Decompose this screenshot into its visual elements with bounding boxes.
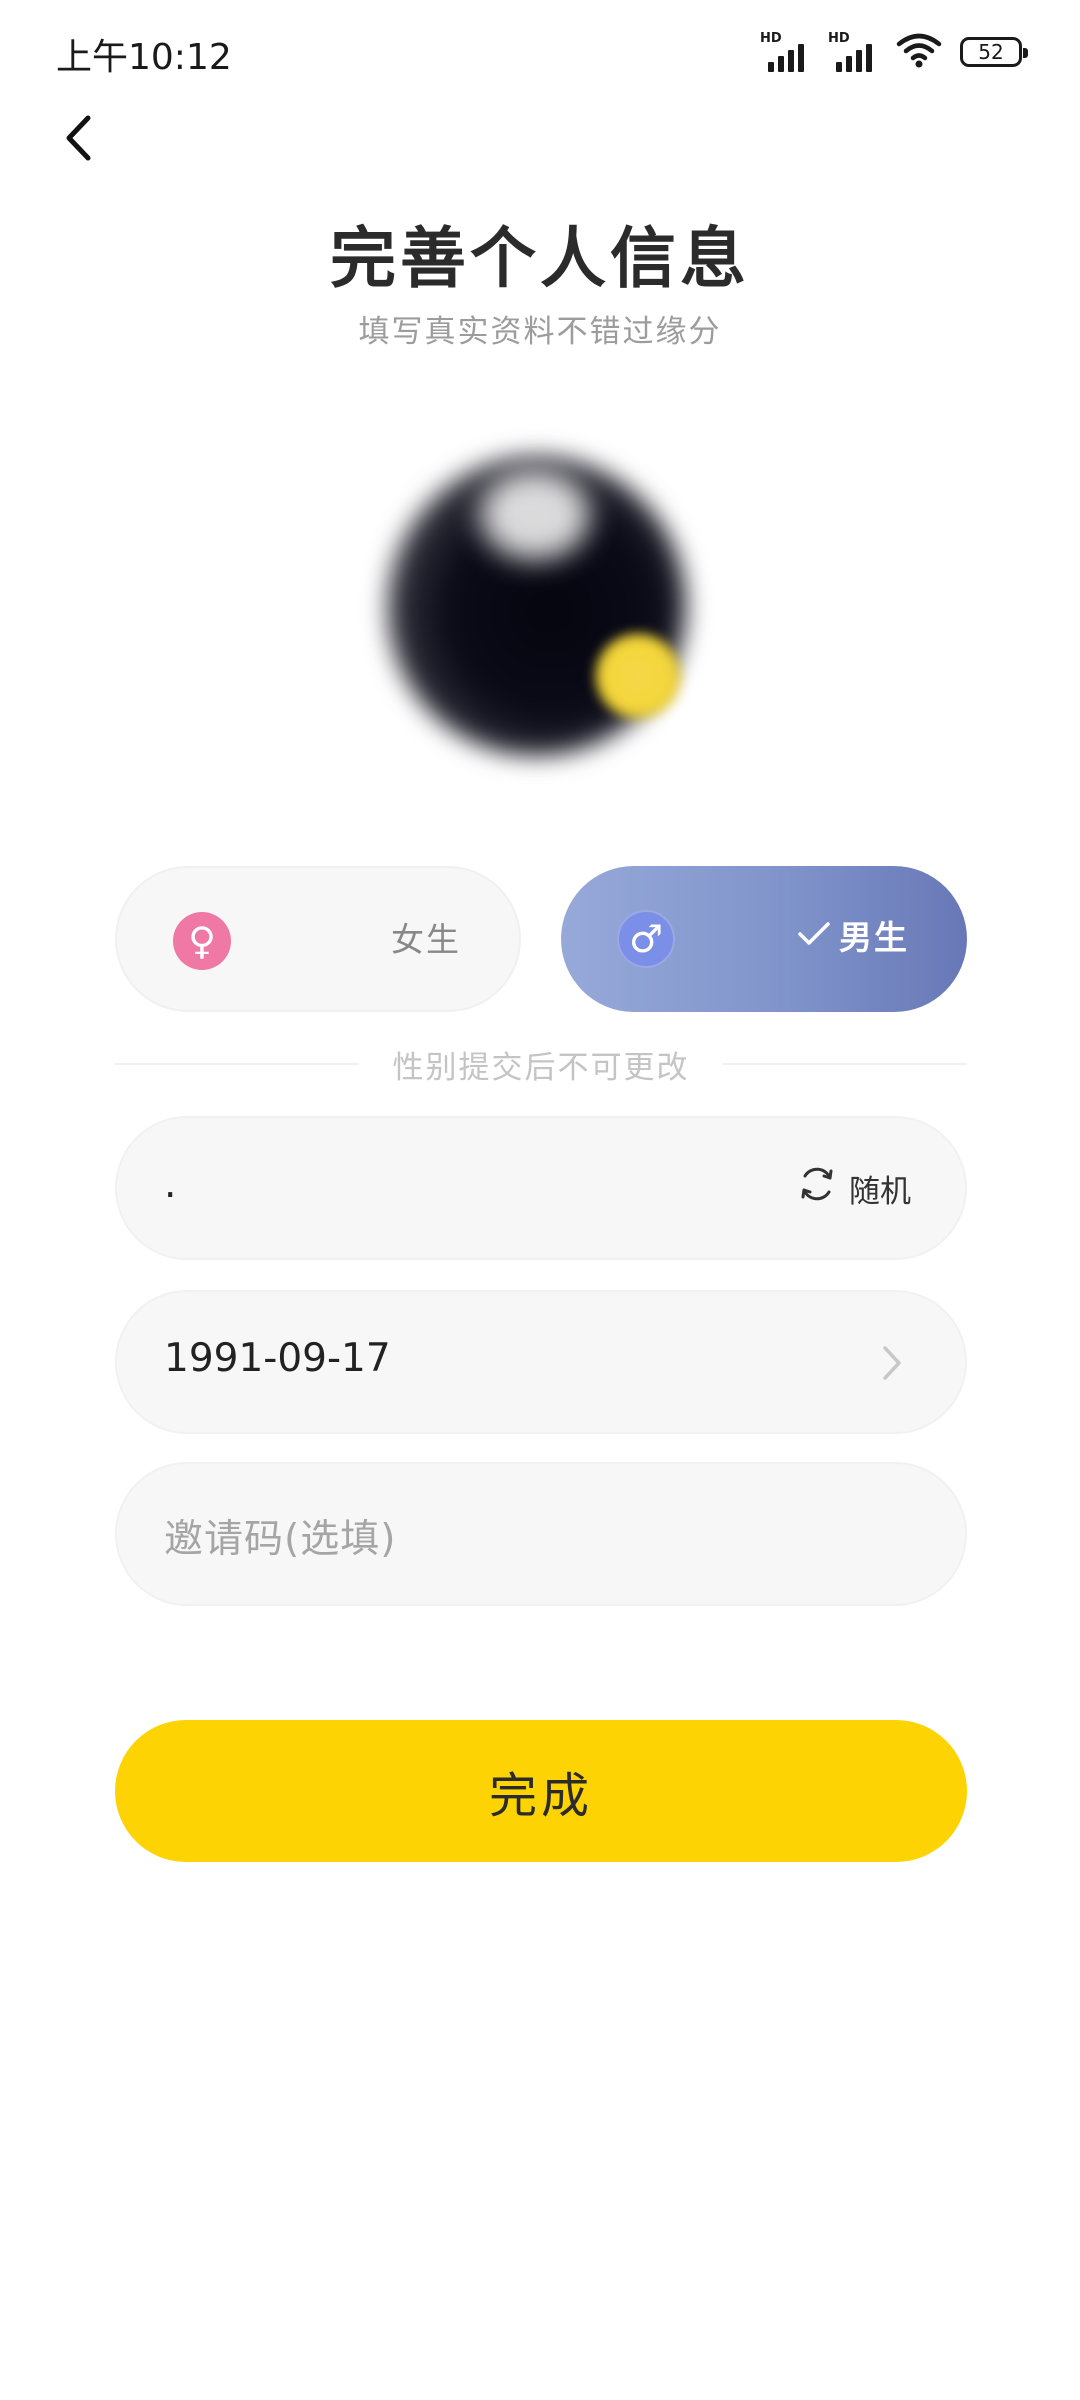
wifi-icon <box>896 32 942 72</box>
gender-note: 性别提交后不可更改 <box>115 1042 967 1086</box>
signal-icon: HD <box>828 32 878 72</box>
chevron-left-icon <box>61 113 95 167</box>
gender-option-female[interactable]: ♀ 女生 <box>115 866 521 1012</box>
male-icon: ♂ <box>617 910 675 968</box>
check-icon <box>797 916 831 955</box>
gender-male-label: 男生 <box>839 918 909 957</box>
nickname-field[interactable]: . 随机 <box>115 1116 967 1260</box>
page-subtitle: 填写真实资料不错过缘分 <box>358 314 722 350</box>
refresh-icon <box>797 1164 837 1212</box>
invite-code-field[interactable]: 邀请码(选填) <box>115 1462 967 1606</box>
gender-note-text: 性别提交后不可更改 <box>392 1050 690 1086</box>
status-bar: 上午10:12 HD HD 52 <box>0 0 1080 100</box>
status-time: 上午10:12 <box>56 37 232 78</box>
done-button[interactable]: 完成 <box>115 1720 967 1862</box>
nickname-value[interactable]: . <box>164 1162 176 1207</box>
gender-female-label: 女生 <box>391 920 461 959</box>
profile-setup-page: 上午10:12 HD HD 52 完善个人信息 填写真实资料不错过缘分 ♀ 女生… <box>0 0 1080 2400</box>
battery-icon: 52 <box>960 37 1028 67</box>
random-label: 随机 <box>849 1173 911 1210</box>
avatar-image-highlight <box>480 470 590 560</box>
status-icons: HD HD 52 <box>760 30 1028 74</box>
random-nickname-button[interactable]: 随机 <box>797 1164 911 1212</box>
back-button[interactable] <box>46 108 110 172</box>
battery-level: 52 <box>978 40 1004 64</box>
birthday-field[interactable]: 1991-09-17 <box>115 1290 967 1434</box>
invite-code-placeholder[interactable]: 邀请码(选填) <box>164 1508 396 1564</box>
gender-option-male[interactable]: ♂ 男生 <box>561 866 967 1012</box>
gender-male-label-wrap: 男生 <box>797 911 909 959</box>
avatar[interactable] <box>360 430 720 790</box>
female-icon: ♀ <box>173 912 231 970</box>
chevron-right-icon <box>881 1344 903 1386</box>
signal-icon: HD <box>760 32 810 72</box>
gender-selector: ♀ 女生 ♂ 男生 <box>115 866 967 1012</box>
birthday-value: 1991-09-17 <box>164 1336 391 1381</box>
avatar-edit-badge[interactable] <box>592 630 684 722</box>
page-title: 完善个人信息 <box>330 220 750 297</box>
